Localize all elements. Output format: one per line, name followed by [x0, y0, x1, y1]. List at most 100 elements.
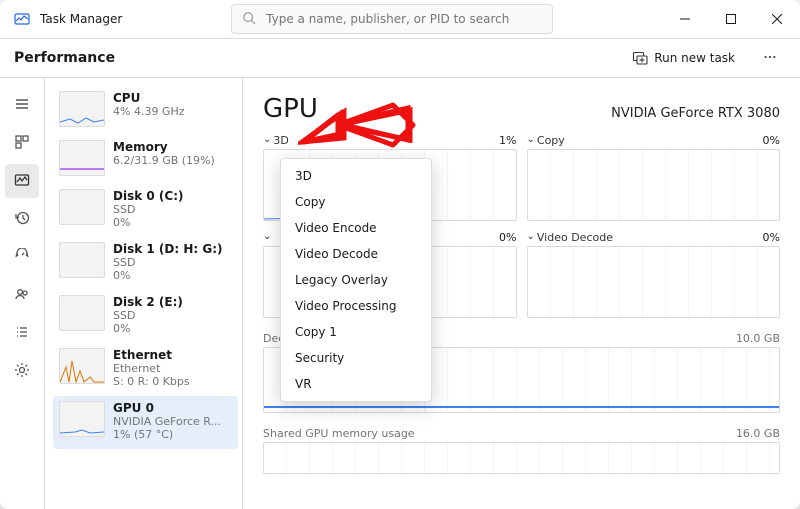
- sidebar-item-label: Disk 2 (E:): [113, 295, 183, 309]
- sidebar-item-sub2: 0%: [113, 269, 222, 282]
- memory-thumb: [59, 140, 105, 176]
- sidebar-item-sub: 6.2/31.9 GB (19%): [113, 154, 215, 167]
- gpu-tile-pct: 1%: [499, 134, 516, 147]
- gpu-tile-label: 3D: [273, 134, 288, 147]
- nav-startup[interactable]: [5, 240, 39, 274]
- app-icon: [14, 11, 30, 27]
- disk-thumb: [59, 189, 105, 225]
- sidebar-item-sub2: S: 0 R: 0 Kbps: [113, 375, 190, 388]
- users-icon: [14, 286, 30, 305]
- app-window: Task Manager Performance Run new task: [0, 0, 800, 509]
- dropdown-item[interactable]: Security: [281, 345, 431, 371]
- sidebar-item-sub2: 0%: [113, 322, 183, 335]
- dropdown-item[interactable]: VR: [281, 371, 431, 397]
- gpu-chart-copy: [527, 149, 781, 221]
- minimize-button[interactable]: [662, 0, 708, 38]
- window-controls: [662, 0, 800, 38]
- startup-icon: [14, 248, 30, 267]
- dropdown-item[interactable]: 3D: [281, 163, 431, 189]
- sidebar-item-gpu0[interactable]: GPU 0NVIDIA GeForce R...1% (57 °C): [53, 396, 238, 449]
- gpu-tile-vdecode: ⌄ Video Decode 0%: [527, 231, 781, 318]
- run-task-label: Run new task: [654, 51, 735, 65]
- sidebar-item-disk1[interactable]: Disk 1 (D: H: G:)SSD0%: [53, 237, 238, 290]
- processes-icon: [14, 134, 30, 153]
- sidebar-item-cpu[interactable]: CPU4% 4.39 GHz: [53, 86, 238, 135]
- sidebar-item-sub: NVIDIA GeForce R...: [113, 415, 221, 428]
- performance-icon: [14, 172, 30, 191]
- title-bar: Task Manager: [0, 0, 800, 39]
- dedicated-mem-max: 10.0 GB: [736, 332, 780, 345]
- nav-menu-button[interactable]: [5, 88, 39, 122]
- dropdown-item[interactable]: Copy 1: [281, 319, 431, 345]
- chevron-down-icon: ⌄: [527, 231, 535, 242]
- sidebar-item-label: Memory: [113, 140, 215, 154]
- sidebar-item-sub: SSD: [113, 309, 183, 322]
- sidebar-item-sub2: 0%: [113, 216, 183, 229]
- sidebar-item-disk2[interactable]: Disk 2 (E:)SSD0%: [53, 290, 238, 343]
- nav-processes[interactable]: [5, 126, 39, 160]
- gpu-tile-pct: 0%: [499, 231, 516, 244]
- gpu-chart-vdecode: [527, 246, 781, 318]
- sidebar-item-sub: SSD: [113, 203, 183, 216]
- nav-rail: [0, 78, 45, 509]
- section-header: Performance Run new task: [0, 39, 800, 78]
- nav-users[interactable]: [5, 278, 39, 312]
- sidebar-item-label: CPU: [113, 91, 185, 105]
- sidebar-item-disk0[interactable]: Disk 0 (C:)SSD0%: [53, 184, 238, 237]
- menu-icon: [14, 96, 30, 115]
- gpu-tile-selector[interactable]: ⌄: [263, 232, 273, 243]
- dropdown-item[interactable]: Copy: [281, 189, 431, 215]
- dropdown-item[interactable]: Video Encode: [281, 215, 431, 241]
- search-icon: [242, 11, 256, 28]
- run-task-icon: [632, 49, 648, 68]
- history-icon: [14, 210, 30, 229]
- sidebar-item-label: GPU 0: [113, 401, 221, 415]
- dropdown-item[interactable]: Video Decode: [281, 241, 431, 267]
- sidebar-item-label: Disk 0 (C:): [113, 189, 183, 203]
- shared-mem-chart: [263, 442, 780, 474]
- close-button[interactable]: [754, 0, 800, 38]
- gpu-tile-pct: 0%: [763, 231, 780, 244]
- chevron-down-icon: ⌄: [263, 134, 271, 145]
- chevron-down-icon: ⌄: [263, 231, 271, 242]
- gpu-title: GPU: [263, 94, 318, 124]
- gpu-tile-label: Copy: [537, 134, 565, 147]
- shared-mem-max: 16.0 GB: [736, 427, 780, 440]
- dropdown-item[interactable]: Legacy Overlay: [281, 267, 431, 293]
- gpu-model: NVIDIA GeForce RTX 3080: [611, 106, 780, 121]
- sidebar-item-sub2: 1% (57 °C): [113, 428, 221, 441]
- gpu-tile-label: Video Decode: [537, 231, 613, 244]
- sidebar-item-ethernet[interactable]: EthernetEthernetS: 0 R: 0 Kbps: [53, 343, 238, 396]
- more-icon: [763, 50, 777, 67]
- nav-services[interactable]: [5, 354, 39, 388]
- details-icon: [14, 324, 30, 343]
- dropdown-item[interactable]: Video Processing: [281, 293, 431, 319]
- app-title: Task Manager: [40, 12, 122, 26]
- nav-performance[interactable]: [5, 164, 39, 198]
- disk-thumb: [59, 295, 105, 331]
- gear-icon: [14, 362, 30, 381]
- cpu-thumb: [59, 91, 105, 127]
- search-input[interactable]: [264, 11, 542, 27]
- gpu-tile-selector[interactable]: ⌄ Copy: [527, 134, 565, 147]
- disk-thumb: [59, 242, 105, 278]
- sidebar-item-sub: SSD: [113, 256, 222, 269]
- gpu-tile-copy: ⌄ Copy 0%: [527, 134, 781, 221]
- sidebar-item-sub: Ethernet: [113, 362, 190, 375]
- nav-details[interactable]: [5, 316, 39, 350]
- nav-app-history[interactable]: [5, 202, 39, 236]
- ethernet-thumb: [59, 348, 105, 384]
- gpu-tile-selector[interactable]: ⌄ 3D: [263, 134, 289, 147]
- sidebar-item-label: Disk 1 (D: H: G:): [113, 242, 222, 256]
- gpu-tile-selector[interactable]: ⌄ Video Decode: [527, 231, 613, 244]
- gpu-engine-dropdown: 3D Copy Video Encode Video Decode Legacy…: [280, 158, 432, 402]
- maximize-button[interactable]: [708, 0, 754, 38]
- more-menu-button[interactable]: [754, 44, 786, 72]
- run-new-task-button[interactable]: Run new task: [621, 43, 746, 73]
- sidebar-item-label: Ethernet: [113, 348, 190, 362]
- performance-sidebar[interactable]: CPU4% 4.39 GHz Memory6.2/31.9 GB (19%) D…: [45, 78, 243, 509]
- sidebar-item-memory[interactable]: Memory6.2/31.9 GB (19%): [53, 135, 238, 184]
- search-box[interactable]: [231, 4, 553, 34]
- section-title: Performance: [14, 50, 115, 66]
- shared-mem-label: Shared GPU memory usage: [263, 427, 415, 440]
